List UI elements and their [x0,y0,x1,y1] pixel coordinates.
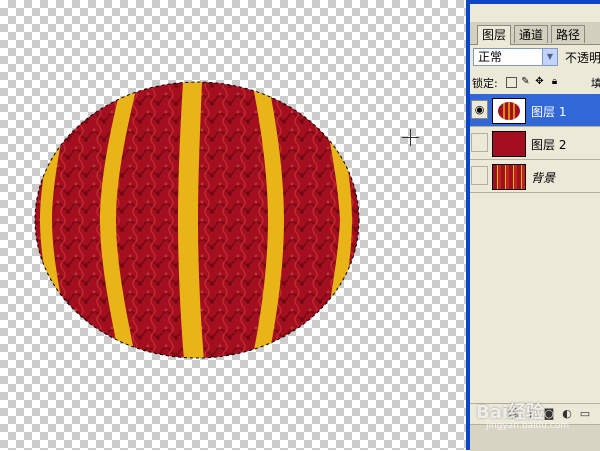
document-canvas[interactable] [0,0,466,450]
lock-row: 锁定: ✎ ✥ 🔒︎ 填 [470,72,600,92]
layer-thumbnail [492,131,526,157]
new-group-icon[interactable]: ▭ [578,407,592,421]
layer-thumbnail [492,98,526,124]
lock-move-icon[interactable]: ✥ [534,76,545,87]
blend-mode-value: 正常 [478,50,503,64]
layer-thumbnail [492,164,526,190]
blend-mode-select[interactable]: 正常 ▼ [473,48,558,66]
tab-channels[interactable]: 通道 [514,25,549,43]
lock-label: 锁定: [472,77,498,90]
layers-panel: 图层 通道 路径 正常 ▼ 不透明 锁定: ✎ ✥ 🔒︎ 填 ◉ 图层 1 图层… [470,4,600,424]
tab-layers[interactable]: 图层 [477,25,512,45]
fill-label: 填 [591,77,600,90]
panel-tab-bar: 图层 通道 路径 [470,22,600,45]
layer-name: 背景 [531,171,556,185]
eye-icon[interactable]: ◉ [471,100,488,119]
layer-list: ◉ 图层 1 图层 2 背景 [470,94,600,394]
tab-paths[interactable]: 路径 [551,25,586,43]
link-layers-icon[interactable]: ⛓ [506,407,520,421]
lock-transparency-icon[interactable] [506,77,517,88]
visibility-toggle[interactable] [471,166,488,185]
crosshair-cursor-icon [402,129,419,146]
layer-row-2[interactable]: 图层 2 [470,127,600,160]
layer-name: 图层 1 [531,105,567,119]
lock-all-icon[interactable]: 🔒︎ [549,76,560,87]
layer-name: 图层 2 [531,138,567,152]
layer-style-icon[interactable]: ƒ [524,407,538,421]
chevron-down-icon[interactable]: ▼ [542,49,557,65]
layer-row-1[interactable]: ◉ 图层 1 [470,94,600,127]
layer-row-background[interactable]: 背景 [470,160,600,193]
lantern-layer-artwork [34,81,360,359]
visibility-toggle[interactable] [471,133,488,152]
adjustment-layer-icon[interactable]: ◐ [560,407,574,421]
opacity-label: 不透明 [565,51,600,65]
panel-bottom-strip [470,424,600,451]
lock-paint-brush-icon[interactable]: ✎ [520,76,531,87]
layer-mask-icon[interactable]: ◙ [542,407,556,421]
lantern-thumbnail-icon [493,99,525,123]
panel-toolbar: ⛓ ƒ ◙ ◐ ▭ [470,403,600,424]
